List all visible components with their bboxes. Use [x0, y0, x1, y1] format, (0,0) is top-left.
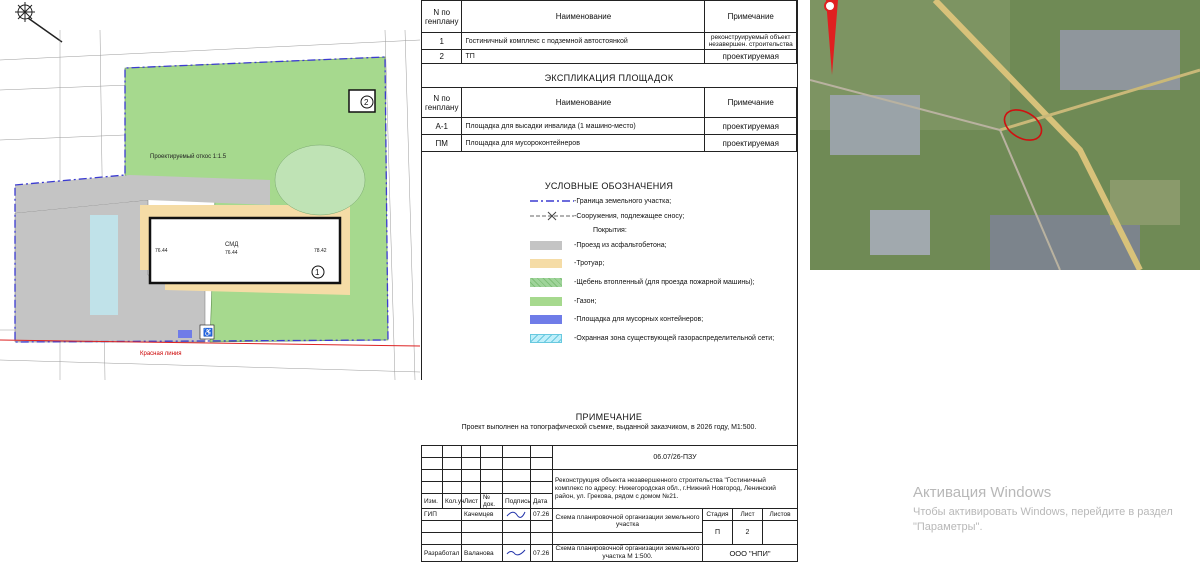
- col-date: Дата: [530, 493, 553, 509]
- row-name: ТП: [461, 49, 706, 64]
- row-number: 1: [420, 32, 463, 50]
- gravel-area: [274, 144, 366, 216]
- col-number: N по генплану: [420, 0, 463, 33]
- note-title: ПРИМЕЧАНИЕ: [575, 412, 643, 422]
- col-list: Лист: [461, 493, 481, 509]
- legend-boundary: -Граница земельного участка;: [530, 194, 671, 208]
- boundary-line-icon: [530, 200, 574, 202]
- col-sign: Подпись: [502, 493, 531, 509]
- sidewalk-swatch: [530, 258, 562, 268]
- svg-text:СМД: СМД: [225, 242, 238, 248]
- note-text: Проект выполнен на топографической съемк…: [461, 424, 757, 431]
- scheme-title: Схема планировочной организации земельно…: [552, 508, 703, 533]
- legend-coverings-label: Покрытия:: [593, 227, 627, 234]
- explication-sites-title: ЭКСПЛИКАЦИЯ ПЛОЩАДОК: [544, 73, 674, 83]
- sheets-header: Листов: [761, 508, 799, 521]
- svg-text:1: 1: [315, 268, 320, 277]
- asphalt-swatch: [530, 240, 562, 250]
- demolish-line-icon: [530, 211, 574, 221]
- windows-activation-title: Активация Windows: [913, 484, 1052, 501]
- title-block: 06.07/26-ПЗУ Реконструкция объекта незав…: [421, 445, 799, 562]
- legend-title: УСЛОВНЫЕ ОБОЗНАЧЕНИЯ: [544, 181, 674, 191]
- row-name: Площадка для высадки инвалида (1 машино-…: [461, 117, 706, 135]
- satellite-map: [810, 0, 1200, 270]
- lawn-swatch: [530, 296, 562, 306]
- gas-zone-swatch: [530, 333, 562, 343]
- svg-text:76.44: 76.44: [155, 248, 168, 254]
- legend-item-sidewalk: -Тротуар;: [530, 256, 604, 270]
- svg-text:Проектируемый откос 1:1.5: Проектируемый откос 1:1.5: [150, 153, 227, 160]
- organization: ООО "НПИ": [701, 544, 799, 562]
- gravel-swatch: [530, 277, 562, 287]
- col-kolich: Кол.уч: [442, 493, 465, 509]
- developer-name: Валанова: [461, 544, 503, 562]
- developer-date: 07.26: [530, 544, 553, 562]
- col-note: Примечание: [704, 87, 797, 118]
- legend-item-bins: -Площадка для мусорных контейнеров;: [530, 312, 703, 326]
- row-name: Гостиничный комплекс с подземной автосто…: [461, 32, 706, 50]
- row-name: Площадка для мусороконтейнеров: [461, 134, 706, 152]
- site-plan: СМД 76.44 76.44 78.42 1 2 Красная линия …: [0, 0, 425, 380]
- project-title: Реконструкция объекта незавершенного стр…: [551, 469, 799, 509]
- bins-swatch: [530, 314, 562, 324]
- gip-date: 07.26: [530, 508, 553, 521]
- svg-text:♿: ♿: [203, 327, 213, 337]
- col-doc: № док.: [480, 493, 503, 509]
- row-number: А-1: [420, 117, 463, 135]
- developer-signature: [502, 544, 531, 562]
- explication-sites-table: N по генплану Наименование Примечание А-…: [420, 87, 797, 152]
- legend-item-lawn: -Газон;: [530, 294, 596, 308]
- col-name: Наименование: [461, 0, 706, 33]
- drawing-code: 06.07/26-ПЗУ: [551, 445, 799, 470]
- legend-demolish: -Сооружения, подлежащее сносу;: [530, 209, 684, 223]
- legend-item-gravel: -Щебень втопленный (для проезда пожарной…: [530, 275, 755, 289]
- scheme-scale-title: Схема планировочной организации земельно…: [552, 544, 703, 562]
- col-izm: Изм.: [421, 493, 443, 509]
- stage-header: Стадия: [702, 508, 733, 521]
- col-number: N по генплану: [420, 87, 463, 118]
- svg-text:78.42: 78.42: [314, 248, 327, 254]
- svg-text:2: 2: [364, 98, 369, 107]
- gip-signature: [502, 508, 531, 521]
- row-note: проектируемая: [704, 49, 797, 64]
- building-1: [148, 216, 342, 285]
- sheet-value: 2: [732, 520, 763, 545]
- row-number: ПМ: [420, 134, 463, 152]
- row-number: 2: [420, 49, 463, 64]
- svg-text:Красная линия: Красная линия: [140, 351, 182, 357]
- developer-role: Разработал: [421, 544, 462, 562]
- svg-text:76.44: 76.44: [225, 250, 238, 256]
- col-name: Наименование: [461, 87, 706, 118]
- row-note: проектируемая: [704, 117, 797, 135]
- stage-value: П: [702, 520, 733, 545]
- windows-activation-text: Чтобы активировать Windows, перейдите в …: [913, 506, 1173, 533]
- explication-buildings-table: N по генплану Наименование Примечание 1 …: [420, 0, 797, 64]
- gip-role: ГИП: [421, 508, 462, 521]
- row-note: реконструируемый объект незавершен. стро…: [704, 32, 797, 50]
- col-note: Примечание: [704, 0, 797, 33]
- row-note: проектируемая: [704, 134, 797, 152]
- legend-item-gas-zone: -Охранная зона существующей газораспреде…: [530, 331, 774, 345]
- legend-item-asphalt: -Проезд из асфальтобетона;: [530, 238, 667, 252]
- sheet-header: Лист: [732, 508, 763, 521]
- gip-name: Качемцев: [461, 508, 503, 521]
